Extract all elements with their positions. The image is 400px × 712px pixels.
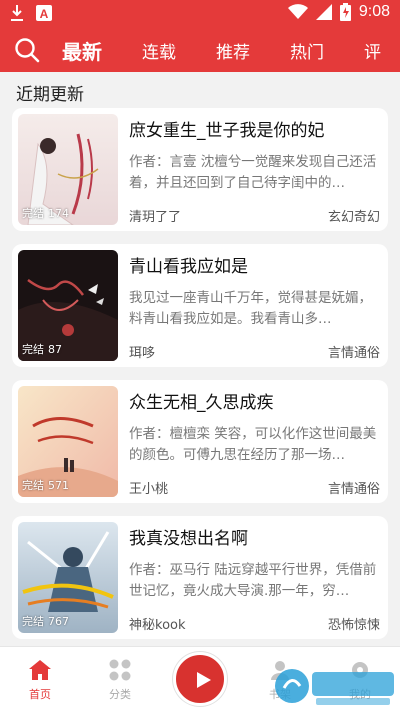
play-button[interactable] (173, 652, 227, 706)
book-genre: 言情通俗 (327, 482, 380, 497)
tab-reviews[interactable]: 评 (364, 38, 381, 63)
book-description: 作者：言壹 沈檀兮一觉醒来发现自己还活着，并且还回到了自己待字闺中的… (129, 154, 377, 191)
tab-serializing[interactable]: 连载 (142, 38, 176, 63)
book-title[interactable]: 庶女重生_世子我是你的妃 (129, 116, 379, 141)
svg-text:A: A (40, 7, 49, 21)
book-genre: 玄幻奇幻 (327, 210, 380, 225)
app-notification-icon: A (36, 5, 52, 21)
book-title[interactable]: 我真没想出名啊 (129, 524, 379, 549)
book-author: 珥哆 (129, 346, 156, 361)
cover-badge: 完结 571 (22, 479, 69, 492)
book-genre: 言情通俗 (327, 346, 380, 361)
cover-badge: 完结 767 (22, 615, 69, 628)
book-description: 作者：檀檀栾 笑容，可以化作这世间最美的颜色。可傅九思在经历了那一场… (129, 426, 377, 463)
watermark-logo (275, 669, 394, 705)
nav-home-label: 首页 (29, 688, 51, 701)
wifi-icon (287, 4, 308, 19)
cover-badge: 完结 87 (22, 343, 62, 356)
nav-home[interactable]: 首页 (10, 659, 70, 702)
book-author: 王小桃 (129, 482, 169, 497)
book-genre: 恐怖惊悚 (327, 618, 380, 633)
tab-popular[interactable]: 热门 (290, 38, 324, 63)
book-cover[interactable]: 完结 767 (18, 522, 118, 633)
book-description: 作者：巫马行 陆远穿越平行世界，凭借前世记忆，竟火成大导演.那一年，穷… (129, 562, 377, 599)
section-title: 近期更新 (16, 85, 84, 105)
book-cover[interactable]: 完结 571 (18, 386, 118, 497)
tab-recommended[interactable]: 推荐 (216, 38, 250, 63)
top-nav-bar: 最新 连载 推荐 热门 评 (0, 28, 400, 72)
status-bar: A 9:08 (0, 0, 400, 28)
book-description: 我见过一座青山千万年，觉得甚是妩媚，料青山看我应如是。我看青山多… (129, 290, 372, 327)
cellular-signal-icon (315, 4, 332, 20)
search-icon[interactable] (14, 37, 40, 63)
book-title[interactable]: 青山看我应如是 (129, 252, 379, 277)
book-cover[interactable]: 完结 87 (18, 250, 118, 361)
book-author: 神秘kook (129, 618, 186, 633)
book-cover[interactable]: 完结 174 (18, 114, 118, 225)
home-icon (29, 660, 51, 680)
tab-latest[interactable]: 最新 (62, 36, 102, 65)
nav-category[interactable]: 分类 (90, 659, 150, 702)
cover-badge: 完结 174 (22, 207, 69, 220)
category-tabs: 最新 连载 推荐 热门 评 (62, 28, 400, 72)
status-time: 9:08 (358, 3, 390, 20)
book-card[interactable]: 完结 87 青山看我应如是 我见过一座青山千万年，觉得甚是妩媚，料青山看我应如是。… (12, 244, 388, 367)
book-card[interactable]: 完结 571 众生无相_久思成疾 作者：檀檀栾 笑容，可以化作这世间最美的颜色。可… (12, 380, 388, 503)
play-icon (197, 672, 211, 688)
download-icon (11, 5, 23, 21)
book-card[interactable]: 完结 767 我真没想出名啊 作者：巫马行 陆远穿越平行世界，凭借前世记忆，竟火成… (12, 516, 388, 639)
book-author: 清玥了了 (129, 210, 182, 225)
category-grid-icon (109, 659, 131, 681)
nav-category-label: 分类 (109, 688, 131, 701)
book-title[interactable]: 众生无相_久思成疾 (129, 388, 379, 413)
book-card[interactable]: 完结 174 庶女重生_世子我是你的妃 作者：言壹 沈檀兮一觉醒来发现自己还活着，… (12, 108, 388, 231)
battery-icon (339, 3, 351, 21)
